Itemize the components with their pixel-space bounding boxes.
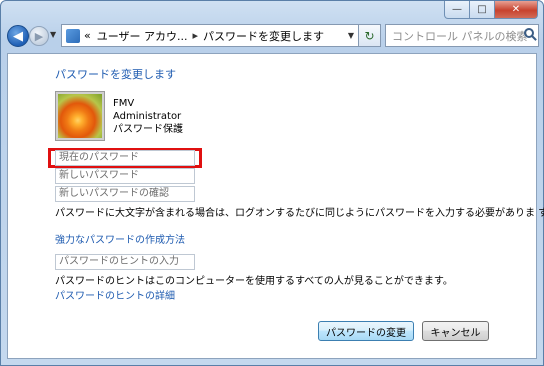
recent-pages-chevron-down-icon[interactable]: ▼ [50, 30, 56, 39]
user-name: FMV [113, 98, 135, 109]
content-pane: パスワードを変更します FMV Administrator パスワード保護 現在… [7, 53, 544, 359]
minimize-button[interactable]: — [444, 1, 470, 19]
caps-note: パスワードに大文字が含まれる場合は、ログオンするたびに同じようにパスワードを入力… [55, 208, 544, 219]
breadcrumb-separator-icon[interactable]: ▸ [193, 29, 199, 42]
page-title: パスワードを変更します [55, 68, 176, 81]
user-avatar [56, 92, 104, 140]
refresh-button[interactable]: ↻ [359, 24, 381, 47]
control-panel-icon [66, 28, 80, 43]
address-bar[interactable]: « ユーザー アカウ... ▸ パスワードを変更します ▼ [61, 24, 359, 47]
breadcrumb-overflow[interactable]: « [84, 29, 91, 42]
cancel-button[interactable]: キャンセル [422, 321, 489, 341]
breadcrumb-user-accounts[interactable]: ユーザー アカウ... [97, 28, 188, 44]
search-icon[interactable] [524, 28, 534, 38]
change-password-window: — □ ✕ ◀ ▶ ▼ « ユーザー アカウ... ▸ パスワードを変更します … [0, 0, 544, 366]
change-password-button[interactable]: パスワードの変更 [318, 321, 414, 341]
user-info: FMV Administrator パスワード保護 [113, 97, 183, 136]
navigation-bar: ◀ ▶ ▼ « ユーザー アカウ... ▸ パスワードを変更します ▼ ↻ コン… [7, 24, 539, 50]
password-hint-details-link[interactable]: パスワードのヒントの詳細 [55, 287, 175, 302]
maximize-button[interactable]: □ [470, 1, 495, 19]
caption-buttons: — □ ✕ [444, 1, 538, 19]
forward-button[interactable]: ▶ [29, 26, 49, 46]
password-hint-field[interactable]: パスワードのヒントの入力 [55, 254, 195, 270]
current-password-field[interactable]: 現在のパスワード [55, 150, 195, 166]
search-placeholder: コントロール パネルの検索 [392, 29, 528, 43]
new-password-field[interactable]: 新しいパスワード [55, 168, 195, 184]
hint-note: パスワードのヒントはこのコンピューターを使用するすべての人が見ることができます。 [55, 276, 453, 287]
close-button[interactable]: ✕ [495, 1, 538, 19]
breadcrumb-change-password[interactable]: パスワードを変更します [203, 28, 324, 44]
search-input[interactable]: コントロール パネルの検索 [385, 24, 539, 47]
confirm-password-field[interactable]: 新しいパスワードの確認 [55, 186, 195, 202]
user-password-status: パスワード保護 [113, 124, 183, 135]
back-button[interactable]: ◀ [7, 25, 29, 47]
user-type: Administrator [113, 111, 182, 122]
address-chevron-down-icon[interactable]: ▼ [348, 31, 354, 40]
strong-password-link[interactable]: 強力なパスワードの作成方法 [55, 231, 185, 246]
